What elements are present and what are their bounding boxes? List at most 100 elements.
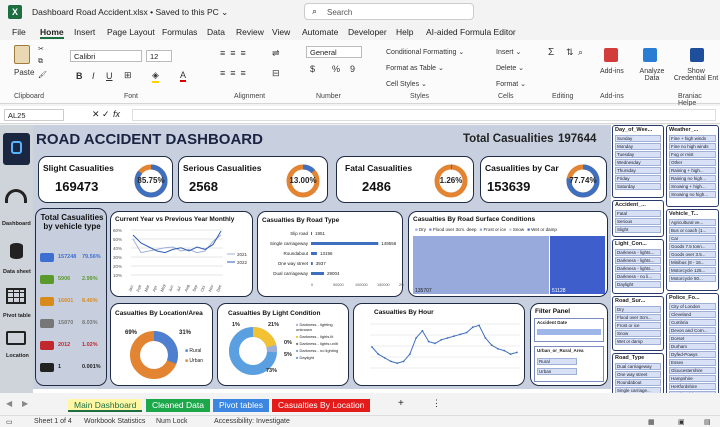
tab-help[interactable]: Help <box>396 27 413 37</box>
slicer-item[interactable]: Gloucestershire <box>669 367 716 374</box>
slicer-item[interactable]: Fatal <box>615 210 661 217</box>
slicer-item[interactable]: Darkness - lights... <box>615 249 661 256</box>
slicer-item[interactable]: Monday <box>615 143 661 150</box>
slicer-item[interactable]: Fine + high winds <box>669 135 716 142</box>
slicer-item[interactable]: Frost or ice <box>615 322 661 329</box>
nav-data-sheet-label[interactable]: Data sheet <box>3 269 31 275</box>
slicer[interactable]: Accident_... Fatal Serious Slight <box>612 200 664 237</box>
tab-insert[interactable]: Insert <box>74 27 95 37</box>
slicer[interactable]: Light_Con... Darkness - lights... Darkness… <box>612 239 664 294</box>
nav-pivot-table-label[interactable]: Pivot table <box>3 313 31 319</box>
font-size-select[interactable]: 12 <box>146 50 172 62</box>
underline-button[interactable]: U <box>106 71 113 81</box>
slicer-item[interactable]: Essex <box>669 359 716 366</box>
tab-cleaned-data[interactable]: Cleaned Data <box>146 399 210 412</box>
sheet-menu-icon[interactable]: ⋮ <box>432 398 441 409</box>
slicer-item[interactable]: Fine no high winds <box>669 143 716 150</box>
slicer-item[interactable]: City of London <box>669 303 716 310</box>
paste-icon[interactable] <box>14 45 30 64</box>
slicer-item[interactable]: Slight <box>615 226 661 233</box>
comma-icon[interactable]: 9 <box>350 64 355 74</box>
nav-location-label[interactable]: Location <box>6 353 29 359</box>
number-format-select[interactable]: General <box>306 46 362 58</box>
tab-ai-formula[interactable]: AI-aided Formula Editor <box>426 27 516 37</box>
slicer-item[interactable]: Roundabout <box>615 379 661 386</box>
format-as-table-button[interactable]: Format as Table ⌄ <box>386 64 444 72</box>
slicer-item[interactable]: Cleveland <box>669 311 716 318</box>
font-color-icon[interactable]: A <box>180 70 187 82</box>
copy-icon[interactable]: ⧉ <box>38 58 43 66</box>
tab-page-layout[interactable]: Page Layout <box>107 27 155 37</box>
slicer-item[interactable]: Darkness - lights... <box>615 257 661 264</box>
tab-casualties-location[interactable]: Casualties By Location <box>272 399 371 412</box>
conditional-formatting-button[interactable]: Conditional Formatting ⌄ <box>386 48 464 56</box>
add-sheet-icon[interactable]: + <box>398 398 404 409</box>
slicer-item[interactable]: Wednesday <box>615 159 661 166</box>
slicer-item[interactable]: Sunday <box>615 135 661 142</box>
slicer-item[interactable]: Darkness - no li... <box>615 273 661 280</box>
slicer[interactable]: Day_of_Wee... Sunday Monday Tuesday Wednesda… <box>612 125 664 198</box>
slicer-item[interactable]: Hertfordshire <box>669 383 716 390</box>
slicer-item[interactable]: Cumbria <box>669 319 716 326</box>
italic-button[interactable]: I <box>92 71 95 81</box>
enter-icon[interactable]: ✓ <box>102 109 110 120</box>
slicer-item[interactable]: Dyfed-Powys <box>669 351 716 358</box>
slicer-item[interactable]: Bus or coach (1... <box>669 227 716 234</box>
slicer-item[interactable]: Agricultural ve... <box>669 219 716 226</box>
speedometer-icon[interactable] <box>5 189 27 203</box>
slicer-item[interactable]: Flood over 3cm... <box>615 314 661 321</box>
formula-input[interactable] <box>132 109 716 121</box>
format-button[interactable]: Format ⌄ <box>496 80 526 88</box>
workbook-statistics[interactable]: Workbook Statistics <box>84 418 145 425</box>
fx-button[interactable]: fx <box>113 109 120 119</box>
wrap-icon[interactable]: ⇌ <box>272 48 280 59</box>
slicer-item[interactable]: Goods over 3.5... <box>669 251 716 258</box>
tab-home[interactable]: Home <box>40 27 64 39</box>
slicer-item[interactable]: Tuesday <box>615 151 661 158</box>
percent-icon[interactable]: % <box>332 64 340 74</box>
bold-button[interactable]: B <box>76 71 83 81</box>
page-layout-icon[interactable]: ▣ <box>678 418 685 426</box>
find-icon[interactable]: ⌕ <box>578 47 583 58</box>
filter-rural[interactable]: Rural <box>537 358 577 365</box>
insert-button[interactable]: Insert ⌄ <box>496 48 521 56</box>
tab-pivot-tables[interactable]: Pivot tables <box>213 399 269 412</box>
sort-icon[interactable]: ⇅ <box>566 47 574 58</box>
format-painter-icon[interactable]: 🖌 <box>38 71 47 79</box>
fill-color-icon[interactable]: ◈ <box>152 70 159 83</box>
slicer-item[interactable]: Snowing + high... <box>669 183 716 190</box>
slicer-item[interactable]: Raining no high... <box>669 175 716 182</box>
addins-button[interactable]: Add-ins <box>600 68 624 75</box>
font-name-select[interactable]: Calibri <box>70 50 142 62</box>
name-box[interactable]: AL25 <box>4 109 64 121</box>
nav-dashboard-label[interactable]: Dashboard <box>2 221 31 227</box>
map-icon[interactable] <box>6 331 26 345</box>
slicer-item[interactable]: Dry <box>615 306 661 313</box>
normal-view-icon[interactable]: ▦ <box>648 418 655 426</box>
tab-developer[interactable]: Developer <box>348 27 387 37</box>
search-box[interactable]: ⌕ Search <box>304 3 474 20</box>
show-credential-button[interactable]: Show Credential Ent <box>672 68 720 82</box>
database-icon[interactable] <box>10 243 23 259</box>
slicer-item[interactable]: Snowing no high... <box>669 191 716 198</box>
slicer-item[interactable]: Motorcycle 125... <box>669 267 716 274</box>
tab-view[interactable]: View <box>272 27 290 37</box>
urban-rural-filter[interactable]: Urban_or_Rural_Area Rural Urban <box>534 346 604 382</box>
filter-urban[interactable]: Urban <box>537 368 577 375</box>
slicer-item[interactable]: Minibus (8 - 16... <box>669 259 716 266</box>
align-icons[interactable]: ≡≡≡ <box>220 48 251 58</box>
slicer[interactable]: Road_Sur... Dry Flood over 3cm... Frost or … <box>612 296 664 351</box>
tab-review[interactable]: Review <box>236 27 264 37</box>
addins-icon[interactable] <box>604 48 618 62</box>
borders-icon[interactable]: ⊞ <box>124 70 132 81</box>
accessibility-status[interactable]: Accessibility: Investigate <box>214 418 290 425</box>
grid-icon[interactable] <box>6 288 26 304</box>
slicer-item[interactable]: Thursday <box>615 167 661 174</box>
slicer-item[interactable]: Other <box>669 159 716 166</box>
slicer-item[interactable]: Wet or damp <box>615 338 661 345</box>
slicer-item[interactable]: Darkness - lights... <box>615 265 661 272</box>
slicer-item[interactable]: Goods 7.5 tonn... <box>669 243 716 250</box>
slicer[interactable]: Vehicle_T... Agricultural ve... Bus or coa… <box>666 209 719 291</box>
slicer-item[interactable]: Snow <box>615 330 661 337</box>
slicer-item[interactable]: Raining + high... <box>669 167 716 174</box>
